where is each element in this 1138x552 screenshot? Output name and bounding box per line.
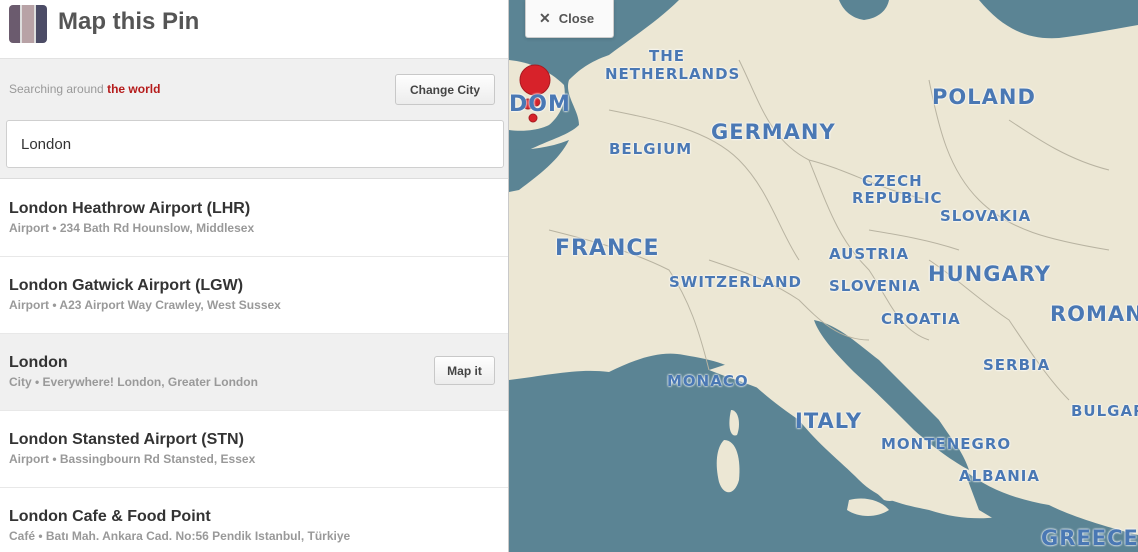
panel-header: Map this Pin xyxy=(0,0,508,59)
result-subtitle: Airport • A23 Airport Way Crawley, West … xyxy=(9,298,281,312)
country-label-slovakia: SLOVAKIA xyxy=(940,207,1032,225)
search-input[interactable] xyxy=(6,120,504,168)
country-label-monaco: MONACO xyxy=(667,372,749,390)
country-label-greece: GREECE xyxy=(1041,526,1138,550)
map-it-button[interactable]: Map it xyxy=(434,356,495,385)
country-label-romania: ROMAN xyxy=(1050,302,1138,326)
list-item[interactable]: London Gatwick Airport (LGW) Airport • A… xyxy=(0,257,508,334)
country-label-czech: CZECH xyxy=(862,172,923,190)
country-label-serbia: SERBIA xyxy=(983,356,1051,374)
result-name: London Stansted Airport (STN) xyxy=(9,431,244,448)
country-label-montenegro: MONTENEGRO xyxy=(881,435,1012,453)
country-label-france: FRANCE xyxy=(555,236,660,261)
searching-location-text: Searching around the world xyxy=(9,82,160,96)
country-label-croatia: CROATIA xyxy=(881,310,961,328)
country-label-germany: GERMANY xyxy=(711,120,836,144)
result-subtitle: Airport • 234 Bath Rd Hounslow, Middlese… xyxy=(9,221,255,235)
country-label-poland: POLAND xyxy=(932,85,1036,109)
close-button[interactable]: ✕ Close xyxy=(525,0,614,38)
country-label-albania: ALBANIA xyxy=(959,467,1040,485)
country-label-bulgaria: BULGAR xyxy=(1071,402,1138,420)
result-name: London Heathrow Airport (LHR) xyxy=(9,200,251,217)
country-label-italy: ITALY xyxy=(795,409,863,433)
list-item[interactable]: London Heathrow Airport (LHR) Airport • … xyxy=(0,180,508,257)
result-name: London Cafe & Food Point xyxy=(9,508,211,525)
map-view[interactable]: ✕ Close THE NETHERLANDS DOM BELGIUM GERM… xyxy=(509,0,1138,552)
page-title: Map this Pin xyxy=(58,8,200,35)
list-item[interactable]: London City • Everywhere! London, Greate… xyxy=(0,334,508,411)
country-label-austria: AUSTRIA xyxy=(829,245,910,263)
country-label-uk: DOM xyxy=(509,92,571,117)
change-city-button[interactable]: Change City xyxy=(395,74,495,105)
list-item[interactable]: London Stansted Airport (STN) Airport • … xyxy=(0,411,508,488)
list-item[interactable]: London Cafe & Food Point Café • Batı Mah… xyxy=(0,488,508,552)
result-subtitle: Café • Batı Mah. Ankara Cad. No:56 Pendi… xyxy=(9,529,351,543)
pin-thumbnail xyxy=(9,5,47,43)
results-list: London Heathrow Airport (LHR) Airport • … xyxy=(0,180,508,552)
country-label-netherlands: NETHERLANDS xyxy=(605,65,741,83)
close-label: Close xyxy=(558,11,595,26)
searching-prefix: Searching around xyxy=(9,82,104,96)
country-label-belgium: BELGIUM xyxy=(609,140,693,158)
searching-location[interactable]: the world xyxy=(107,82,160,96)
result-subtitle: Airport • Bassingbourn Rd Stansted, Esse… xyxy=(9,452,256,466)
country-label-switzerland: SWITZERLAND xyxy=(669,273,803,291)
search-area: Searching around the world Change City xyxy=(0,59,508,179)
country-label-hungary: HUNGARY xyxy=(928,262,1051,286)
result-name: London Gatwick Airport (LGW) xyxy=(9,277,244,294)
country-label-netherlands: THE xyxy=(649,47,686,65)
close-icon: ✕ xyxy=(539,10,551,26)
country-label-czech: REPUBLIC xyxy=(852,189,943,207)
map-pin-panel: Map this Pin Searching around the world … xyxy=(0,0,509,552)
country-label-slovenia: SLOVENIA xyxy=(829,277,921,295)
